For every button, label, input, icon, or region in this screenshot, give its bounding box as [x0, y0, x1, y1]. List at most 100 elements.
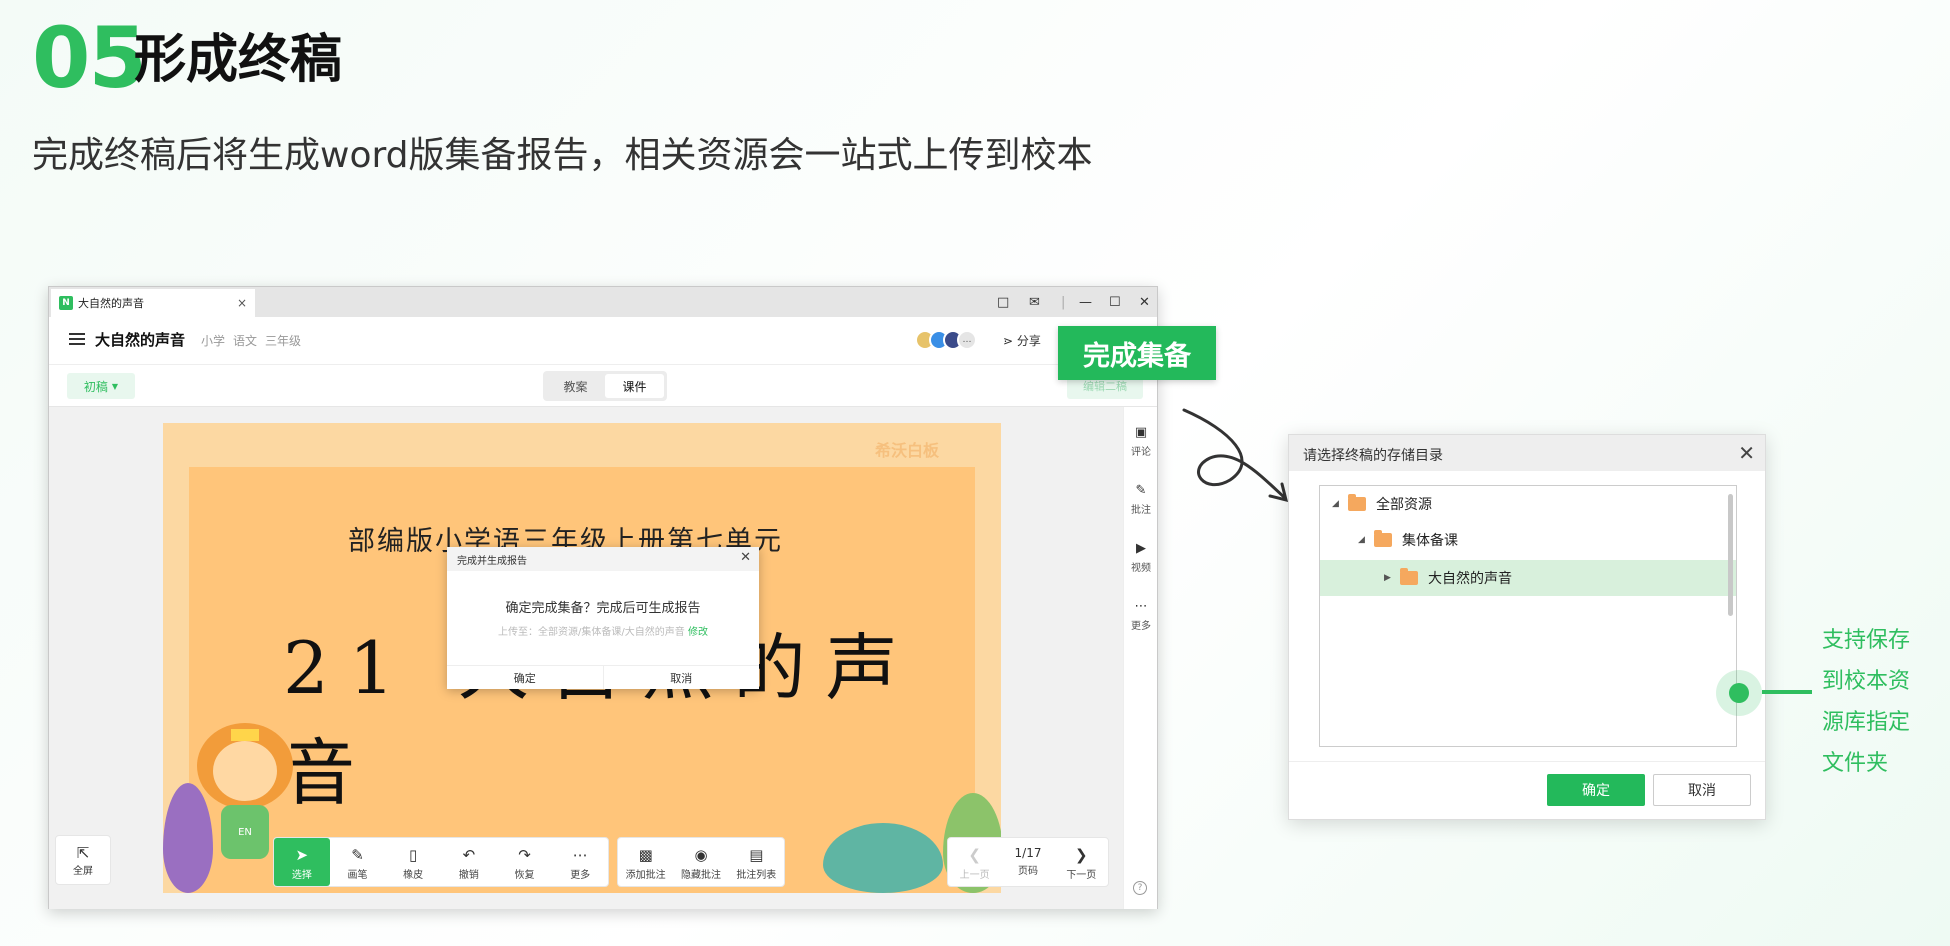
tree-node[interactable]: ◢ 全部资源	[1320, 486, 1736, 522]
chevron-right-icon: ❯	[1075, 846, 1088, 864]
caret-right-icon[interactable]: ▶	[1384, 573, 1396, 583]
help-icon[interactable]: ?	[1133, 881, 1147, 895]
scrollbar[interactable]	[1728, 494, 1733, 616]
minimize-icon[interactable]: —	[1079, 291, 1092, 313]
mail-icon[interactable]: ✉	[1029, 291, 1040, 313]
more-button[interactable]: ⋯ 更多	[1124, 599, 1158, 632]
annotation-list-button[interactable]: ▤ 批注列表	[729, 838, 784, 886]
lion-badge: EN	[221, 805, 269, 859]
section-subtitle: 完成终稿后将生成word版集备报告，相关资源会一站式上传到校本	[32, 135, 1093, 176]
tab-bar: N 大自然的声音 × □ ✉ | — ☐ ✕	[49, 287, 1157, 317]
comment-button[interactable]: ▣ 评论	[1124, 425, 1158, 458]
doc-title: 大自然的声音	[95, 331, 186, 349]
redo-button[interactable]: ↷ 恢复	[497, 838, 553, 886]
folder-dialog-footer: 确定 取消	[1289, 761, 1765, 819]
right-toolbar: ▣ 评论 ✎ 批注 ▶ 视频 ⋯ 更多	[1123, 407, 1157, 909]
confirm-dialog: 完成并生成报告 ✕ 确定完成集备？完成后可生成报告 上传至：全部资源/集体备课/…	[447, 547, 759, 689]
tab-courseware[interactable]: 课件	[605, 374, 664, 398]
tab-document[interactable]: N 大自然的声音 ×	[51, 289, 255, 317]
feedback-icon[interactable]: □	[997, 291, 1009, 313]
annotation-list-icon: ▤	[749, 846, 764, 864]
page-indicator[interactable]: 1/17 页码	[1001, 838, 1054, 886]
hide-annotation-button[interactable]: ◉ 隐藏批注	[673, 838, 728, 886]
comment-icon: ▣	[1134, 425, 1148, 440]
section-title: 形成终稿	[134, 30, 343, 90]
select-icon: ➤	[295, 846, 309, 864]
more-icon: ⋯	[1134, 599, 1148, 614]
app-window: N 大自然的声音 × □ ✉ | — ☐ ✕ 大自然的声音 小学 语文 三年级 …	[48, 286, 1158, 909]
prev-page-button[interactable]: ❮ 上一页	[948, 838, 1001, 886]
doc-header: 大自然的声音 小学 语文 三年级 … ⋗ 分享	[49, 317, 1157, 365]
tag-subject: 语文	[233, 334, 258, 348]
view-switch: 教案 课件	[543, 371, 667, 401]
tab-lesson-plan[interactable]: 教案	[546, 374, 605, 398]
undo-button[interactable]: ↶ 撤销	[441, 838, 497, 886]
more-icon: ⋯	[572, 846, 588, 864]
menu-icon[interactable]	[69, 333, 85, 345]
folder-dialog-title: 请选择终稿的存储目录	[1289, 435, 1765, 471]
fullscreen-icon: ⇱	[76, 844, 90, 862]
more-tools-button[interactable]: ⋯ 更多	[552, 838, 608, 886]
caret-down-icon[interactable]: ◢	[1332, 499, 1344, 509]
maximize-icon[interactable]: ☐	[1109, 291, 1121, 313]
folder-ok-button[interactable]: 确定	[1547, 774, 1645, 806]
folder-icon	[1374, 530, 1392, 547]
modify-link[interactable]: 修改	[688, 627, 708, 638]
add-annotation-button[interactable]: ▩ 添加批注	[618, 838, 673, 886]
tag-stage: 小学	[201, 334, 226, 348]
caret-down-icon[interactable]: ◢	[1358, 535, 1370, 545]
share-icon: ⋗	[1003, 334, 1017, 348]
confirm-dialog-title: 完成并生成报告	[447, 547, 759, 571]
confirm-cancel-button[interactable]: 取消	[604, 666, 760, 689]
select-tool[interactable]: ➤ 选择	[274, 838, 330, 886]
tag-grade: 三年级	[265, 334, 302, 348]
folder-tree: ◢ 全部资源 ◢ 集体备课 ▶ 大自然的声音	[1319, 485, 1737, 747]
close-icon[interactable]: ✕	[1738, 441, 1755, 465]
doc-toolbar: 初稿 ▼ 教案 课件 编辑二稿	[49, 365, 1157, 407]
pen-tool[interactable]: ✎ 画笔	[330, 838, 386, 886]
complete-prep-button[interactable]: 完成集备	[1058, 326, 1216, 380]
video-button[interactable]: ▶ 视频	[1124, 541, 1158, 574]
folder-dialog: 请选择终稿的存储目录 ✕ ◢ 全部资源 ◢ 集体备课 ▶ 大自然的声音 确定 取…	[1288, 434, 1766, 820]
eraser-tool[interactable]: ▯ 橡皮	[385, 838, 441, 886]
tree-node[interactable]: ◢ 集体备课	[1320, 522, 1736, 558]
page-nav: ❮ 上一页 1/17 页码 ❯ 下一页	[947, 837, 1109, 887]
member-avatars[interactable]: …	[915, 330, 977, 350]
eraser-icon: ▯	[409, 846, 418, 864]
next-page-button[interactable]: ❯ 下一页	[1055, 838, 1108, 886]
fullscreen-button[interactable]: ⇱ 全屏	[55, 835, 111, 885]
draft-dropdown[interactable]: 初稿 ▼	[67, 373, 135, 399]
folder-cancel-button[interactable]: 取消	[1653, 774, 1751, 806]
confirm-dialog-actions: 确定 取消	[447, 665, 759, 689]
app-logo-icon: N	[59, 296, 73, 310]
confirm-ok-button[interactable]: 确定	[447, 666, 604, 689]
folder-icon	[1348, 494, 1366, 511]
hide-annotation-icon: ◉	[694, 846, 708, 864]
redo-icon: ↷	[518, 846, 531, 864]
chevron-down-icon: ▼	[111, 381, 119, 391]
page-number: 1/17	[1014, 846, 1042, 860]
callout-dot	[1729, 683, 1749, 703]
pen-icon: ✎	[351, 846, 364, 864]
tab-close-icon[interactable]: ×	[237, 296, 247, 310]
tab-title: 大自然的声音	[78, 297, 144, 310]
divider: |	[1061, 294, 1066, 310]
add-annotation-icon: ▩	[638, 846, 653, 864]
more-members-icon: …	[957, 330, 977, 350]
annotate-button[interactable]: ✎ 批注	[1124, 483, 1158, 516]
drawing-toolbar: ➤ 选择 ✎ 画笔 ▯ 橡皮 ↶ 撤销 ↷ 恢复 ⋯ 更多	[273, 837, 609, 887]
tree-node-selected[interactable]: ▶ 大自然的声音	[1320, 560, 1736, 596]
callout-line	[1762, 690, 1812, 694]
upload-path: 上传至：全部资源/集体备课/大自然的声音 修改	[498, 627, 708, 638]
callout-note: 支持保存 到校本资 源库指定 文件夹	[1822, 628, 1911, 776]
section-number: 05	[32, 9, 147, 107]
share-button[interactable]: ⋗ 分享	[1003, 332, 1041, 349]
close-icon[interactable]: ✕	[740, 550, 751, 565]
confirm-question: 确定完成集备？完成后可生成报告	[505, 601, 701, 616]
annotation-toolbar: ▩ 添加批注 ◉ 隐藏批注 ▤ 批注列表	[617, 837, 785, 887]
annotate-icon: ✎	[1135, 483, 1147, 498]
folder-icon	[1400, 568, 1418, 585]
close-window-icon[interactable]: ✕	[1139, 291, 1150, 313]
arrow-decoration	[1182, 408, 1289, 503]
watermark: 希沃白板	[875, 441, 940, 460]
